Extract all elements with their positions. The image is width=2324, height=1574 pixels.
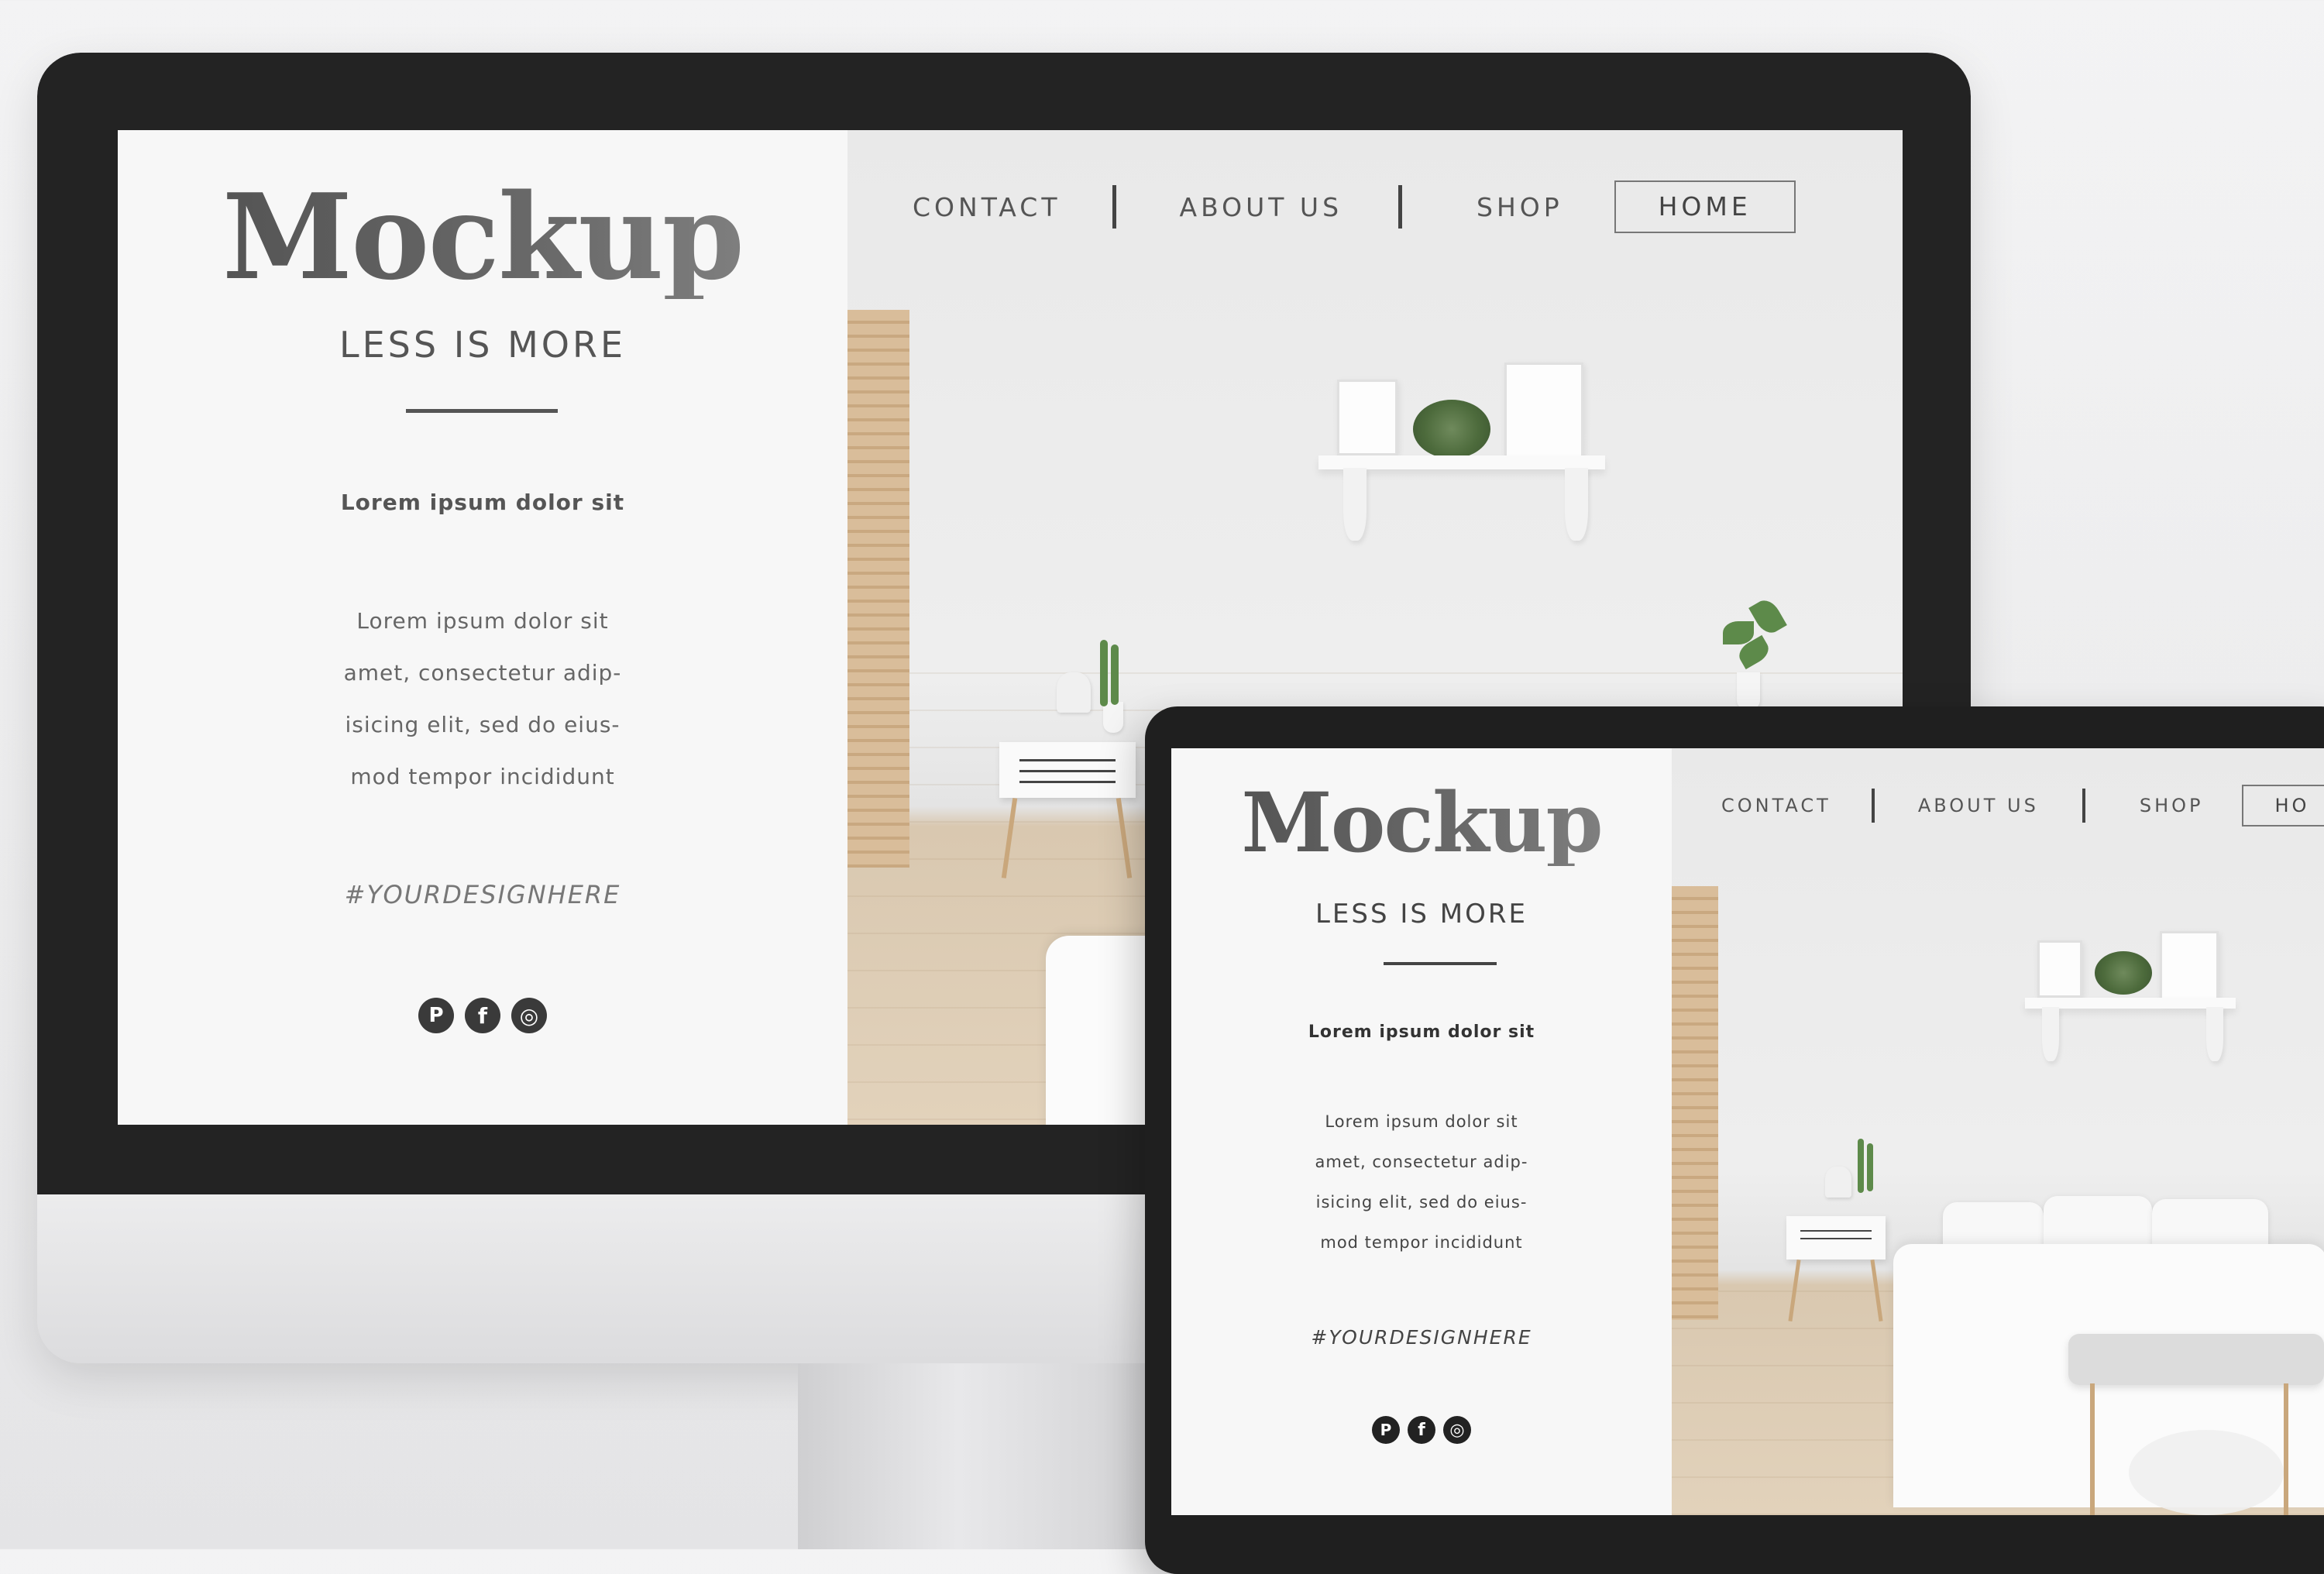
folding-screen [1672, 886, 1718, 1320]
nav-divider [1112, 185, 1116, 229]
pinterest-icon[interactable]: P [418, 998, 454, 1033]
body-line: amet, consectetur adip- [1315, 1153, 1528, 1171]
body-line: mod tempor incididunt [350, 764, 615, 789]
body-line: Lorem ipsum dolor sit [1325, 1112, 1518, 1131]
nav-contact[interactable]: CONTACT [913, 192, 1061, 222]
picture-frame [2037, 940, 2082, 998]
nav-home-button[interactable]: HO [2242, 785, 2324, 827]
wreath [2095, 951, 2152, 995]
nav-divider [2082, 789, 2085, 823]
main-nav: CONTACT ABOUT US SHOP HOME [913, 180, 1796, 234]
nav-divider [1871, 789, 1875, 823]
lamp [1057, 672, 1091, 713]
social-links: P f ◎ [1171, 1416, 1672, 1444]
divider [1384, 962, 1497, 965]
instagram-icon[interactable]: ◎ [1443, 1416, 1471, 1444]
social-links: P f ◎ [118, 998, 847, 1033]
hashtag: #YOURDESIGNHERE [344, 880, 621, 909]
nav-shop[interactable]: SHOP [2140, 795, 2204, 816]
monitor-stand [798, 1363, 1154, 1549]
body-text: Lorem ipsum dolor sit amet, consectetur … [118, 595, 847, 802]
facebook-icon[interactable]: f [1408, 1416, 1435, 1444]
nav-about[interactable]: ABOUT US [1918, 795, 2039, 816]
body-line: amet, consectetur adip- [343, 660, 622, 686]
logo: Mockup [118, 175, 847, 299]
folding-screen [847, 310, 909, 868]
rug [2129, 1430, 2284, 1515]
main-nav: CONTACT ABOUT US SHOP HO [1721, 785, 2324, 827]
logo: Mockup [1171, 779, 1672, 866]
nav-contact[interactable]: CONTACT [1721, 795, 1831, 816]
body-line: Lorem ipsum dolor sit [356, 608, 609, 634]
intro-panel: Mockup LESS IS MORE Lorem ipsum dolor si… [1171, 748, 1672, 1515]
hashtag: #YOURDESIGNHERE [1311, 1326, 1532, 1349]
section-heading: Lorem ipsum dolor sit [340, 490, 625, 515]
tablet-screen: Mockup LESS IS MORE Lorem ipsum dolor si… [1171, 748, 2324, 1515]
facebook-icon[interactable]: f [465, 998, 500, 1033]
picture-frame [2160, 931, 2219, 1002]
tagline: LESS IS MORE [339, 324, 627, 366]
intro-panel: Mockup LESS IS MORE Lorem ipsum dolor si… [118, 130, 847, 1125]
body-line: isicing elit, sed do eius- [1315, 1193, 1528, 1211]
room-photo [1672, 748, 2324, 1515]
section-heading: Lorem ipsum dolor sit [1308, 1022, 1535, 1042]
pinterest-icon[interactable]: P [1372, 1416, 1400, 1444]
tagline: LESS IS MORE [1315, 899, 1528, 930]
nav-home-button[interactable]: HOME [1614, 180, 1796, 233]
lamp [1825, 1167, 1851, 1198]
wreath [1413, 400, 1490, 459]
divider [406, 409, 558, 413]
nav-shop[interactable]: SHOP [1477, 192, 1563, 222]
nav-divider [1398, 185, 1403, 229]
picture-frame [1504, 363, 1583, 459]
body-line: isicing elit, sed do eius- [345, 712, 621, 737]
nav-about[interactable]: ABOUT US [1180, 192, 1343, 222]
instagram-icon[interactable]: ◎ [511, 998, 547, 1033]
picture-frame [1337, 380, 1397, 455]
body-line: mod tempor incididunt [1320, 1233, 1523, 1252]
plant [1723, 621, 1754, 644]
bench [2068, 1334, 2324, 1385]
body-text: Lorem ipsum dolor sit amet, consectetur … [1171, 1101, 1672, 1263]
